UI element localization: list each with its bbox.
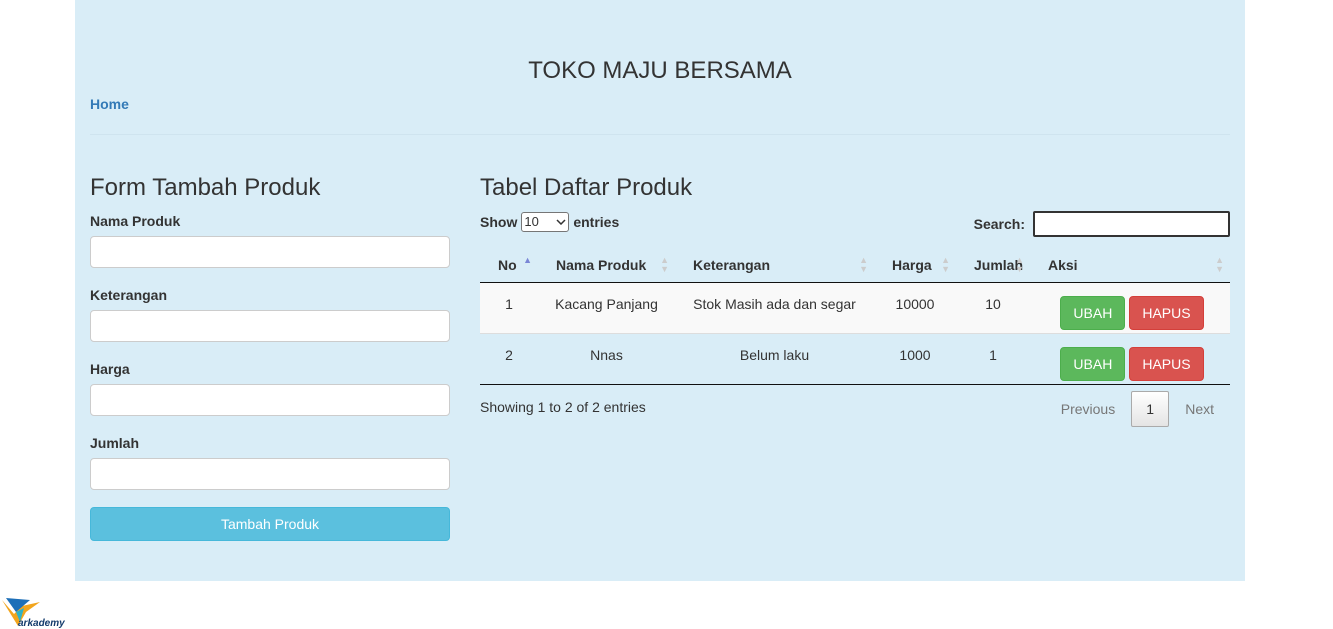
hapus-button[interactable]: HAPUS [1129, 295, 1204, 330]
table-title: Tabel Daftar Produk [480, 174, 693, 201]
pagination: Previous 1 Next [1045, 391, 1230, 427]
page-length-control: Show 10 entries [480, 212, 619, 232]
table-row: 2 Nnas Belum laku 1000 1 UBAH HAPUS [480, 332, 1230, 385]
column-header-jumlah[interactable]: Jumlah ▲ ▼ [956, 248, 1030, 283]
cell-jumlah: 10 [956, 282, 1030, 333]
sort-both-icon: ▲ ▼ [859, 255, 868, 274]
current-page-button[interactable]: 1 [1131, 391, 1170, 427]
next-page-button[interactable]: Next [1169, 392, 1230, 426]
logo-text: arkademy [18, 618, 65, 629]
show-label: Show [480, 214, 518, 230]
table-info: Showing 1 to 2 of 2 entries [480, 399, 646, 415]
harga-label: Harga [90, 361, 130, 377]
cell-aksi: UBAH HAPUS [1030, 332, 1230, 385]
previous-page-button[interactable]: Previous [1045, 392, 1131, 426]
ubah-button[interactable]: UBAH [1060, 295, 1126, 330]
column-header-nama[interactable]: Nama Produk ▲ ▼ [538, 248, 675, 283]
search-input[interactable] [1033, 211, 1230, 237]
cell-aksi: UBAH HAPUS [1030, 282, 1230, 333]
cell-no: 2 [480, 332, 538, 385]
entries-label: entries [573, 214, 620, 230]
cell-nama: Kacang Panjang [538, 282, 675, 333]
column-header-keterangan[interactable]: Keterangan ▲ ▼ [675, 248, 874, 283]
jumlah-input[interactable] [90, 458, 450, 490]
form-title: Form Tambah Produk [90, 174, 321, 201]
product-table: No ▲ Nama Produk ▲ ▼ Keterangan ▲ ▼ Harga ▲ ▼ J… [480, 248, 1230, 385]
tambah-produk-button[interactable]: Tambah Produk [90, 507, 450, 541]
page-length-value: 10 [524, 214, 539, 229]
page-length-select[interactable]: 10 [521, 212, 570, 232]
table-row: 1 Kacang Panjang Stok Masih ada dan sega… [480, 282, 1230, 333]
ubah-button[interactable]: UBAH [1060, 346, 1126, 381]
site-title: TOKO MAJU BERSAMA [528, 57, 792, 84]
sort-asc-icon: ▲ [523, 255, 532, 265]
sort-both-icon: ▲ ▼ [660, 255, 669, 274]
cell-nama: Nnas [538, 332, 675, 385]
column-header-harga[interactable]: Harga ▲ ▼ [874, 248, 956, 283]
table-header-row: No ▲ Nama Produk ▲ ▼ Keterangan ▲ ▼ Harga ▲ ▼ J… [480, 248, 1230, 283]
keterangan-input[interactable] [90, 310, 450, 342]
sort-both-icon: ▲ ▼ [1015, 255, 1024, 274]
divider [90, 134, 1230, 135]
search-label: Search: [973, 216, 1025, 232]
cell-harga: 10000 [874, 282, 956, 333]
main-panel: TOKO MAJU BERSAMA Home Form Tambah Produ… [75, 0, 1245, 581]
chevron-down-icon [556, 219, 566, 225]
jumlah-label: Jumlah [90, 435, 140, 451]
keterangan-label: Keterangan [90, 287, 168, 303]
harga-input[interactable] [90, 384, 450, 416]
product-table-section: Tabel Daftar Produk Show 10 entries Sear… [480, 174, 1230, 427]
cell-keterangan: Belum laku [675, 332, 874, 385]
nama-produk-label: Nama Produk [90, 213, 181, 229]
cell-harga: 1000 [874, 332, 956, 385]
hapus-button[interactable]: HAPUS [1129, 346, 1204, 381]
nama-produk-input[interactable] [90, 236, 450, 268]
product-form: Form Tambah Produk Nama Produk Keteranga… [90, 174, 450, 541]
cell-jumlah: 1 [956, 332, 1030, 385]
nav-home-link[interactable]: Home [90, 96, 129, 112]
cell-no: 1 [480, 282, 538, 333]
column-header-aksi[interactable]: Aksi ▲ ▼ [1030, 248, 1230, 283]
cell-keterangan: Stok Masih ada dan segar [675, 282, 874, 333]
search-control: Search: [974, 211, 1230, 237]
sort-both-icon: ▲ ▼ [941, 255, 950, 274]
sort-both-icon: ▲ ▼ [1215, 255, 1224, 274]
column-header-no[interactable]: No ▲ [480, 248, 538, 283]
